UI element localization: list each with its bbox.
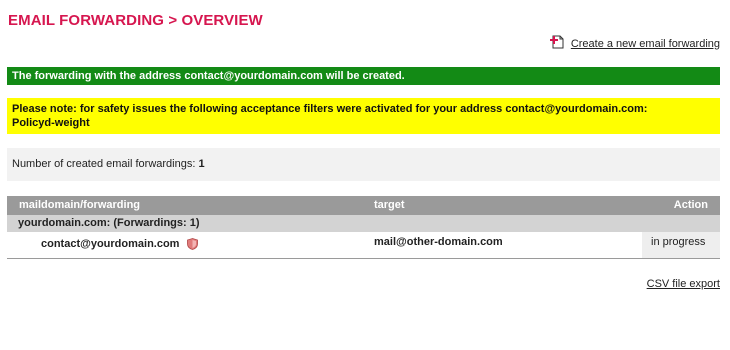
page-title: EMAIL FORWARDING > OVERVIEW [8, 12, 263, 29]
forwardings-table: maildomain/forwarding target Action your… [7, 196, 720, 259]
csv-export-link[interactable]: CSV file export [647, 278, 720, 290]
create-forwarding-label[interactable]: Create a new email forwarding [571, 38, 720, 50]
forwarding-count-value: 1 [198, 158, 205, 170]
action-status: in progress [642, 232, 720, 258]
warning-filter-name: Policyd-weight [12, 117, 90, 129]
column-header-forwarding: maildomain/forwarding [19, 199, 141, 211]
forwarding-count: Number of created email forwardings: 1 [7, 148, 720, 181]
table-header: maildomain/forwarding target Action [7, 196, 720, 215]
forwarding-address-cell: contact@yourdomain.com [41, 238, 199, 250]
column-header-action: Action [673, 199, 708, 211]
forwarding-count-label: Number of created email forwardings: [12, 158, 199, 170]
warning-text: Please note: for safety issues the follo… [12, 103, 648, 115]
warning-message: Please note: for safety issues the follo… [7, 98, 720, 134]
forwarding-address[interactable]: contact@yourdomain.com [41, 238, 179, 250]
create-forwarding-link[interactable]: Create a new email forwarding [549, 34, 720, 52]
column-header-target: target [374, 199, 405, 211]
success-message: The forwarding with the address contact@… [7, 67, 720, 85]
forwarding-target: mail@other-domain.com [374, 236, 503, 248]
domain-group-row: yourdomain.com: (Forwardings: 1) [7, 215, 720, 232]
shield-icon[interactable] [187, 238, 199, 250]
add-document-icon [549, 34, 566, 50]
table-row[interactable]: contact@yourdomain.com mail@other-domain… [7, 232, 720, 259]
